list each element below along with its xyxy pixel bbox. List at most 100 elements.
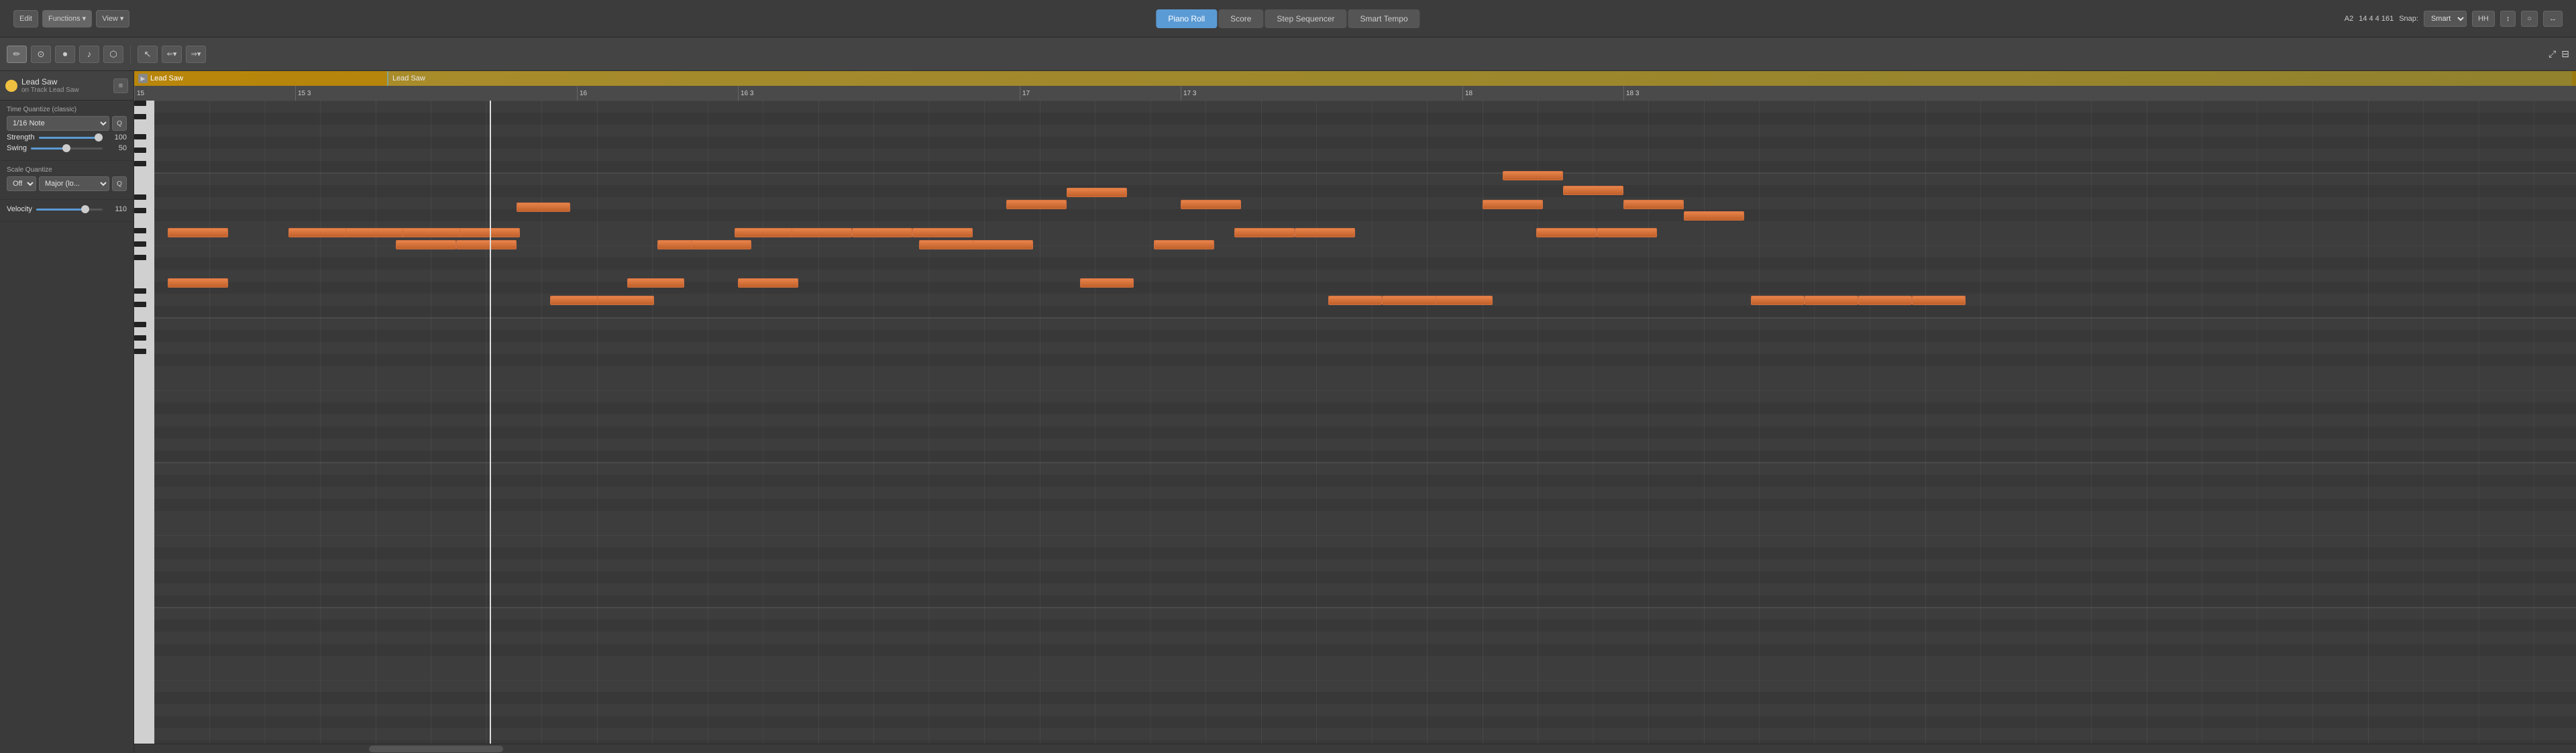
cursor-tool[interactable]: ↖	[138, 46, 158, 63]
note[interactable]	[1805, 296, 1858, 305]
note[interactable]	[627, 278, 684, 288]
note[interactable]	[168, 278, 228, 288]
grid-area[interactable]	[154, 101, 2576, 744]
tab-piano-roll[interactable]: Piano Roll	[1156, 9, 1217, 28]
scale-type-select[interactable]: Major (lo... Minor Pentatonic	[39, 176, 109, 191]
note[interactable]	[1328, 296, 1382, 305]
note[interactable]	[456, 240, 517, 249]
ruler-mark-183: 18 3	[1623, 86, 1639, 101]
velocity-thumb[interactable]	[81, 205, 89, 213]
strength-slider[interactable]	[39, 137, 103, 139]
scale-quantize-button[interactable]: Q	[112, 176, 127, 191]
tab-smart-tempo[interactable]: Smart Tempo	[1348, 9, 1419, 28]
note[interactable]	[912, 228, 973, 237]
toolbar-left: Edit Functions ▾ View ▾	[13, 10, 129, 27]
note[interactable]	[396, 240, 456, 249]
note[interactable]	[345, 228, 406, 237]
timesig-display: 14 4 4 161	[2359, 15, 2394, 23]
strength-fill	[39, 137, 103, 139]
note[interactable]	[1295, 228, 1355, 237]
note[interactable]	[1858, 296, 1912, 305]
strength-value: 100	[107, 133, 127, 141]
edit-button[interactable]: Edit	[13, 10, 38, 27]
velocity-value: 110	[107, 205, 127, 213]
note[interactable]	[1684, 211, 1744, 221]
note[interactable]	[1006, 200, 1067, 209]
swing-label: Swing	[7, 144, 27, 152]
note[interactable]	[973, 240, 1033, 249]
note[interactable]	[1154, 240, 1214, 249]
note[interactable]	[517, 202, 570, 212]
note[interactable]	[1436, 296, 1493, 305]
note[interactable]	[288, 228, 349, 237]
swing-slider[interactable]	[31, 148, 103, 150]
ruler-mark-15: 15	[134, 86, 144, 101]
note[interactable]	[1483, 200, 1543, 209]
timeline-ruler: 15 15 3 16 16 3 17 17 3 18 18 3	[134, 86, 2576, 101]
note[interactable]	[1067, 188, 1127, 197]
track-menu-button[interactable]: ≡	[113, 78, 128, 93]
note[interactable]	[1623, 200, 1684, 209]
note-value-select[interactable]: 1/16 Note 1/8 Note 1/4 Note	[7, 116, 109, 131]
ruler-mark-163: 16 3	[738, 86, 753, 101]
note[interactable]	[550, 296, 600, 305]
region-name-label: Lead Saw	[150, 74, 183, 82]
ruler-mark-18: 18	[1462, 86, 1472, 101]
minimize-icon: ⊟	[2561, 48, 2569, 60]
snap-select[interactable]: Smart 1/16 1/8	[2424, 11, 2467, 27]
region-name-2-area: Lead Saw	[387, 71, 2572, 86]
velocity-fill	[36, 209, 85, 211]
tab-score[interactable]: Score	[1218, 9, 1263, 28]
quantize-button[interactable]: Q	[112, 116, 127, 131]
midi-tool[interactable]: ♪	[79, 46, 99, 63]
pencil-tool[interactable]: ✏	[7, 46, 27, 63]
link-tool[interactable]: ⬡	[103, 46, 123, 63]
loop-tool[interactable]: ⊙	[31, 46, 51, 63]
note[interactable]	[1503, 171, 1563, 180]
note[interactable]	[1912, 296, 1966, 305]
note[interactable]	[1234, 228, 1295, 237]
strength-thumb[interactable]	[95, 133, 103, 141]
velocity-label: Velocity	[7, 205, 32, 213]
view-button[interactable]: View ▾	[96, 10, 129, 27]
ruler-mark-153: 15 3	[295, 86, 311, 101]
ruler-mark-16: 16	[577, 86, 587, 101]
arrow-tool[interactable]: ⇐▾	[162, 46, 182, 63]
ruler-mark-17: 17	[1020, 86, 1030, 101]
note[interactable]	[1080, 278, 1134, 288]
left-panel: Lead Saw on Track Lead Saw ≡ Time Quanti…	[0, 71, 134, 753]
velocity-slider[interactable]	[36, 209, 103, 211]
tab-step-sequencer[interactable]: Step Sequencer	[1265, 9, 1346, 28]
note[interactable]	[1536, 228, 1597, 237]
scale-off-select[interactable]: Off On	[7, 176, 36, 191]
expand-icon: ⤢	[2548, 48, 2556, 60]
time-quantize-section: Time Quantize (classic) 1/16 Note 1/8 No…	[0, 101, 133, 161]
note[interactable]	[792, 228, 852, 237]
swing-fill	[31, 148, 67, 150]
strength-label: Strength	[7, 133, 35, 141]
note[interactable]	[168, 228, 228, 237]
note[interactable]	[1382, 296, 1439, 305]
scrollbar-thumb[interactable]	[369, 746, 503, 752]
horizontal-scrollbar[interactable]	[134, 744, 2576, 753]
note[interactable]	[1751, 296, 1805, 305]
note[interactable]	[852, 228, 912, 237]
note[interactable]	[691, 240, 751, 249]
track-sub: on Track Lead Saw	[21, 86, 113, 94]
note[interactable]	[919, 240, 979, 249]
note[interactable]	[1181, 200, 1241, 209]
chevron-down-icon: ▾	[120, 14, 124, 23]
scissors-tool[interactable]: ⇒▾	[186, 46, 206, 63]
note[interactable]	[1597, 228, 1657, 237]
note[interactable]	[402, 228, 463, 237]
functions-button[interactable]: Functions ▾	[42, 10, 92, 27]
record-tool[interactable]: ⏺	[55, 46, 75, 63]
swing-thumb[interactable]	[62, 144, 70, 152]
scale-quantize-label: Scale Quantize	[7, 166, 127, 174]
note[interactable]	[738, 278, 798, 288]
swing-value: 50	[107, 144, 127, 152]
note[interactable]	[735, 228, 795, 237]
note[interactable]	[1563, 186, 1623, 195]
note[interactable]	[597, 296, 654, 305]
info-badge-4: ↔	[2543, 11, 2563, 27]
